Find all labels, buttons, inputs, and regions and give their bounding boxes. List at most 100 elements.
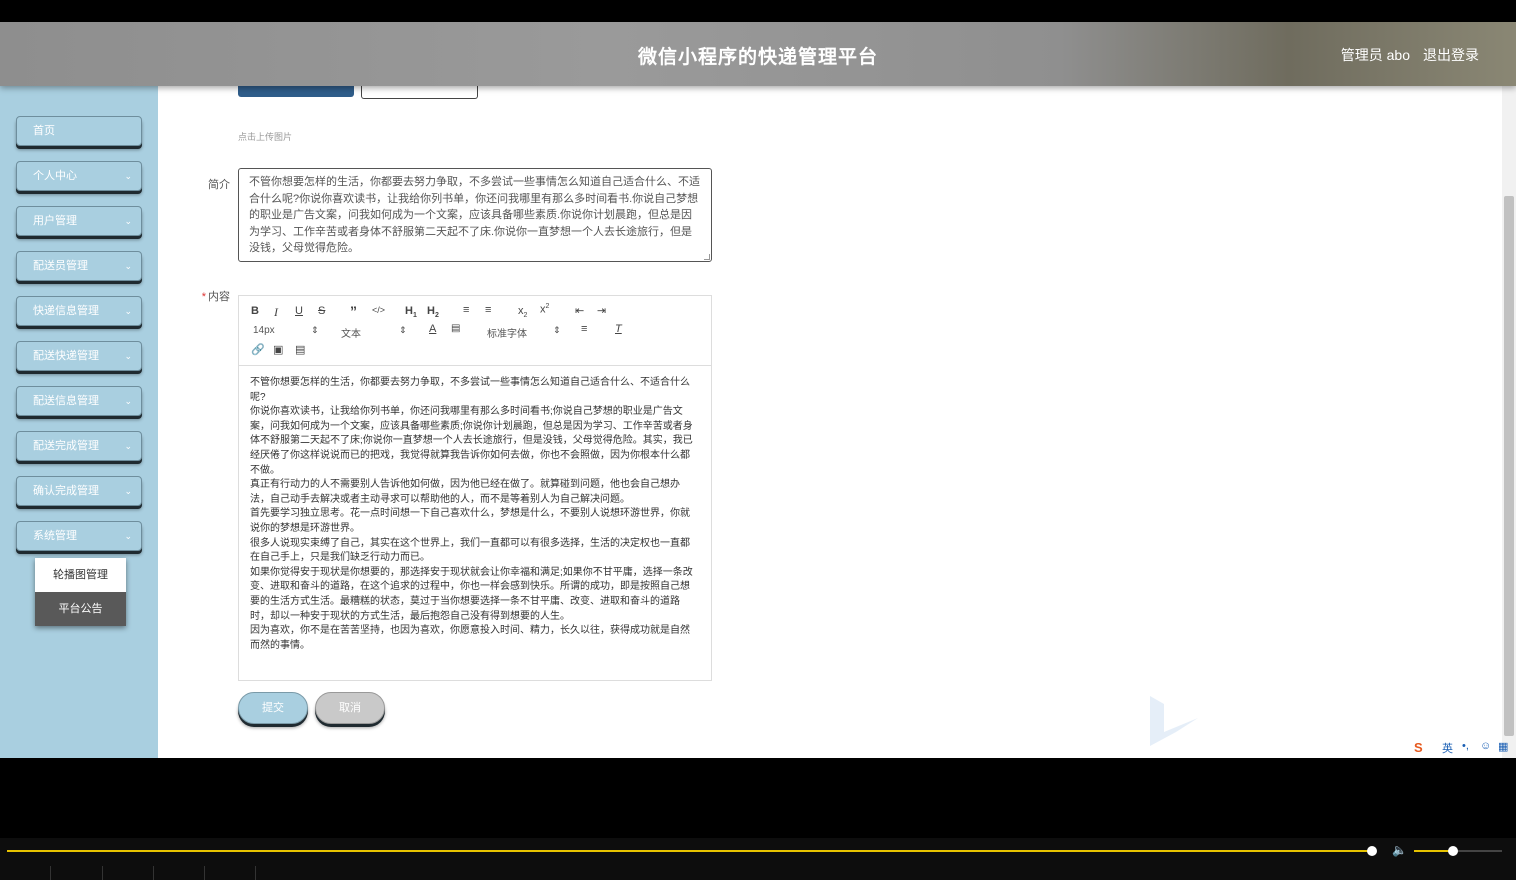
sidebar: 首页 个人中心 ⌄ 用户管理 ⌄ 配送员管理 ⌄ 快递信息管理 ⌄ 配送快递管理 ⌄ 配送… [0, 86, 158, 758]
sidebar-item-system-management[interactable]: 系统管理 ⌄ [16, 521, 142, 551]
content-paragraph: 首先要学习独立思考。花一点时间想一下自己喜欢什么，梦想是什么，不要别人说想环游世… [250, 508, 690, 534]
content-paragraph: 真正有行动力的人不需要别人告诉他如何做，因为他已经在做了。就算碰到问题，他也会自… [250, 479, 680, 505]
block-type-select[interactable]: 文本 ⇕ [341, 325, 407, 340]
submenu-item-carousel[interactable]: 轮播图管理 [35, 558, 126, 592]
submit-button[interactable]: 提交 [238, 692, 308, 724]
editor-toolbar: B I U S ” </> H1 H2 ≡ ≡ x2 x2 ⇤ ⇥ 14px ⇕ … [239, 296, 711, 366]
upload-button[interactable] [238, 86, 354, 97]
page-scrollbar[interactable] [1502, 86, 1516, 758]
cancel-button[interactable]: 取消 [315, 692, 385, 724]
sidebar-item-home[interactable]: 首页 [16, 116, 142, 146]
font-color-icon[interactable]: A [429, 323, 436, 335]
font-size-select[interactable]: 14px ⇕ [253, 325, 319, 336]
sidebar-item-label: 配送信息管理 [33, 395, 99, 407]
volume-knob[interactable] [1448, 846, 1458, 856]
app-window: 微信小程序的快递管理平台 管理员 abo 退出登录 首页 个人中心 ⌄ 用户管理 ⌄… [0, 22, 1516, 758]
scrollbar-thumb[interactable] [1504, 196, 1514, 736]
player-divider [50, 866, 51, 880]
ime-keyboard-icon[interactable]: ▦ [1498, 740, 1508, 753]
indent-icon[interactable]: ⇥ [597, 304, 606, 317]
top-header: 微信小程序的快递管理平台 管理员 abo 退出登录 [0, 22, 1516, 86]
intro-textarea[interactable]: 不管你想要怎样的生活，你都要去努力争取，不多尝试一些事情怎么知道自己适合什么、不… [238, 168, 712, 262]
intro-label: 简介 [208, 179, 230, 191]
ime-emoji-icon[interactable]: ☺ [1480, 740, 1491, 752]
intro-text: 不管你想要怎样的生活，你都要去努力争取，不多尝试一些事情怎么知道自己适合什么、不… [249, 176, 700, 254]
content-paragraph: 你说你喜欢读书，让我给你列书单，你还问我哪里有那么多时间看书;你说自己梦想的职业… [250, 406, 693, 476]
select-arrows-icon: ⇕ [399, 325, 407, 335]
sidebar-item-user-management[interactable]: 用户管理 ⌄ [16, 206, 142, 236]
watermark-logo-icon [1150, 696, 1198, 746]
heading1-icon[interactable]: H1 [405, 305, 417, 319]
ime-language[interactable]: 英 [1442, 740, 1453, 756]
resize-handle[interactable] [704, 254, 710, 260]
volume-icon[interactable]: 🔈 [1392, 843, 1407, 857]
chevron-down-icon: ⌄ [124, 216, 132, 226]
sidebar-item-label: 确认完成管理 [33, 485, 99, 497]
subscript-icon[interactable]: x2 [518, 305, 527, 319]
chevron-down-icon: ⌄ [124, 306, 132, 316]
playback-knob[interactable] [1367, 846, 1377, 856]
underline-icon[interactable]: U [295, 305, 303, 317]
chevron-down-icon: ⌄ [124, 171, 132, 181]
sidebar-item-label: 个人中心 [33, 170, 77, 182]
italic-icon[interactable]: I [274, 305, 278, 320]
outdent-icon[interactable]: ⇤ [575, 304, 584, 317]
upload-hint: 点击上传图片 [238, 132, 293, 142]
strikethrough-icon[interactable]: S [318, 305, 325, 317]
content-label-text: 内容 [208, 291, 230, 303]
sidebar-item-personal-center[interactable]: 个人中心 ⌄ [16, 161, 142, 191]
upload-secondary-button[interactable] [361, 86, 478, 99]
sidebar-item-label: 首页 [33, 125, 55, 137]
font-size-value: 14px [253, 325, 275, 336]
page-title: 微信小程序的快递管理平台 [637, 47, 878, 68]
font-family-value: 标准字体 [487, 329, 527, 340]
chevron-down-icon: ⌄ [124, 396, 132, 406]
chevron-down-icon: ⌄ [124, 531, 132, 541]
select-arrows-icon: ⇕ [553, 325, 561, 335]
block-type-value: 文本 [341, 329, 361, 340]
volume-track[interactable] [1452, 850, 1502, 852]
player-divider [204, 866, 205, 880]
blockquote-icon[interactable]: ” [350, 303, 357, 319]
superscript-icon[interactable]: x2 [540, 303, 549, 316]
content-paragraph: 很多人说现实束缚了自己，其实在这个世界上，我们一直都可以有很多选择，生活的决定权… [250, 537, 690, 564]
sidebar-item-label: 配送员管理 [33, 260, 88, 272]
bullet-list-icon[interactable]: ≡ [485, 304, 491, 316]
video-icon[interactable]: ▤ [295, 343, 305, 356]
ordered-list-icon[interactable]: ≡ [463, 304, 469, 316]
volume-level[interactable] [1414, 850, 1452, 852]
background-color-icon[interactable]: ▤ [451, 323, 460, 334]
player-divider [153, 866, 154, 880]
sidebar-item-confirm-complete[interactable]: 确认完成管理 ⌄ [16, 476, 142, 506]
video-player-bar: 🔈 [0, 838, 1516, 880]
sidebar-item-express-info[interactable]: 快递信息管理 ⌄ [16, 296, 142, 326]
chevron-down-icon: ⌄ [124, 351, 132, 361]
chevron-down-icon: ⌄ [124, 486, 132, 496]
sidebar-item-label: 系统管理 [33, 530, 77, 542]
submenu-item-announcement[interactable]: 平台公告 [35, 592, 126, 626]
bold-icon[interactable]: B [251, 305, 259, 317]
ime-punctuation-icon[interactable]: •, [1462, 740, 1469, 752]
clear-format-icon[interactable]: T [615, 323, 622, 335]
sidebar-item-courier-management[interactable]: 配送员管理 ⌄ [16, 251, 142, 281]
font-family-select[interactable]: 标准字体 ⇕ [487, 325, 563, 340]
playback-progress[interactable] [7, 850, 1372, 852]
heading2-icon[interactable]: H2 [427, 305, 439, 319]
editor-content[interactable]: 不管你想要怎样的生活，你都要去努力争取，不多尝试一些事情怎么知道自己适合什么、不… [250, 376, 696, 653]
ime-logo-icon[interactable]: S [1414, 740, 1423, 755]
logout-link[interactable]: 退出登录 [1423, 45, 1479, 65]
select-arrows-icon: ⇕ [311, 325, 319, 335]
content-paragraph: 如果你觉得安于现状是你想要的，那选择安于现状就会让你幸福和满足;如果你不甘平庸，… [250, 566, 693, 622]
player-divider [255, 866, 256, 880]
sidebar-item-delivery-complete[interactable]: 配送完成管理 ⌄ [16, 431, 142, 461]
content-label: * 内容 [160, 288, 230, 304]
chevron-down-icon: ⌄ [124, 441, 132, 451]
image-icon[interactable]: ▣ [273, 343, 283, 356]
align-icon[interactable]: ≡ [581, 323, 587, 335]
link-icon[interactable]: 🔗 [251, 343, 265, 356]
sidebar-item-delivery-express[interactable]: 配送快递管理 ⌄ [16, 341, 142, 371]
code-block-icon[interactable]: </> [372, 305, 385, 315]
sidebar-item-label: 用户管理 [33, 215, 77, 227]
sidebar-item-label: 配送快递管理 [33, 350, 99, 362]
sidebar-item-delivery-info[interactable]: 配送信息管理 ⌄ [16, 386, 142, 416]
